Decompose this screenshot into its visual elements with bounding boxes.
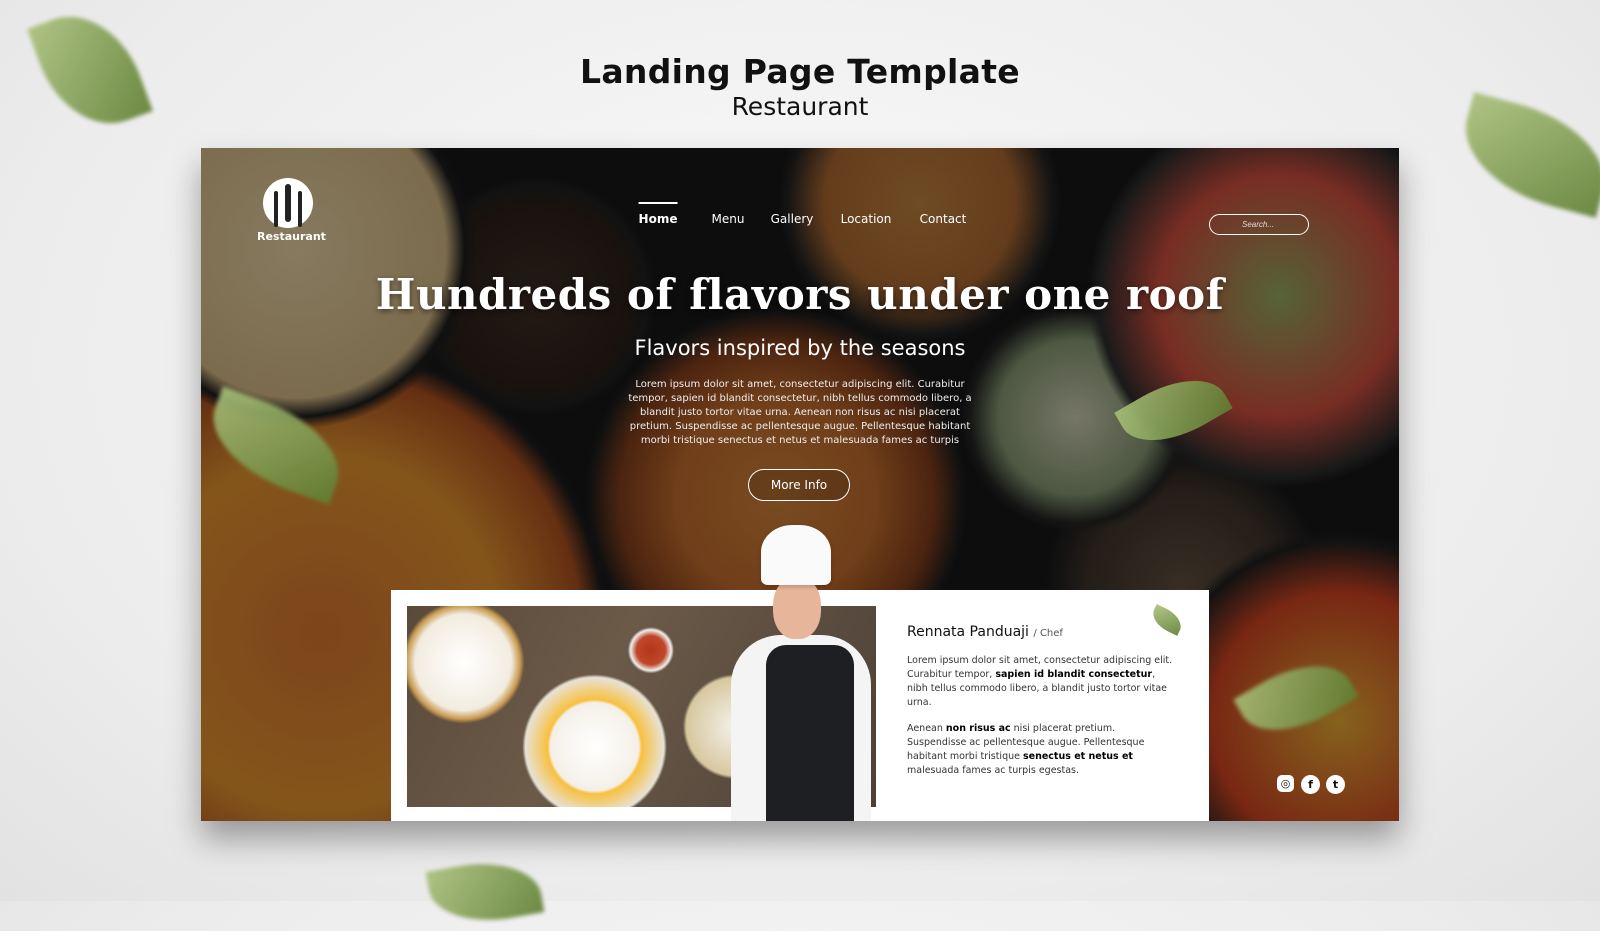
leaf-decoration xyxy=(425,852,545,931)
nav-menu[interactable]: Menu xyxy=(712,212,745,226)
instagram-icon[interactable]: ◎ xyxy=(1277,775,1294,792)
leaf-decoration xyxy=(1148,604,1186,636)
more-info-button[interactable]: More Info xyxy=(748,469,850,501)
chef-image xyxy=(721,525,871,821)
logo[interactable]: Restaurant xyxy=(257,178,326,243)
nav-home[interactable]: Home xyxy=(638,202,677,226)
chef-bio-2: Aenean non risus ac nisi placerat pretiu… xyxy=(907,722,1177,778)
chef-bio-1: Lorem ipsum dolor sit amet, consectetur … xyxy=(907,654,1177,710)
hero-body: Lorem ipsum dolor sit amet, consectetur … xyxy=(628,379,972,446)
bold-text: non risus ac xyxy=(945,723,1011,734)
search-input[interactable] xyxy=(1209,214,1309,235)
fork-spoon-logo-icon xyxy=(263,178,313,228)
chef-role: / Chef xyxy=(1033,628,1063,639)
hero-headline: Hundreds of flavors under one roof xyxy=(375,270,1225,319)
facebook-icon[interactable]: f xyxy=(1301,775,1320,794)
bold-text: senectus et netus et xyxy=(1023,751,1133,762)
hero-subheadline: Flavors inspired by the seasons xyxy=(634,336,966,360)
bold-text: sapien id blandit consectetur xyxy=(995,669,1153,680)
template-title: Landing Page Template xyxy=(580,52,1020,91)
nav-contact[interactable]: Contact xyxy=(920,212,967,226)
chef-name: Rennata Panduaji xyxy=(907,624,1029,640)
nav-location[interactable]: Location xyxy=(841,212,892,226)
twitter-icon[interactable]: t xyxy=(1326,775,1345,794)
text: Aenean xyxy=(907,723,946,734)
chef-card: Rennata Panduaji / Chef Lorem ipsum dolo… xyxy=(391,525,1209,821)
logo-text: Restaurant xyxy=(257,230,326,243)
template-subtitle: Restaurant xyxy=(731,92,869,121)
nav-gallery[interactable]: Gallery xyxy=(771,212,814,226)
chef-heading: Rennata Panduaji / Chef xyxy=(907,624,1063,640)
text: malesuada fames ac turpis egestas. xyxy=(907,765,1079,776)
landing-page-mockup: Restaurant Home Menu Gallery Location Co… xyxy=(201,148,1399,821)
